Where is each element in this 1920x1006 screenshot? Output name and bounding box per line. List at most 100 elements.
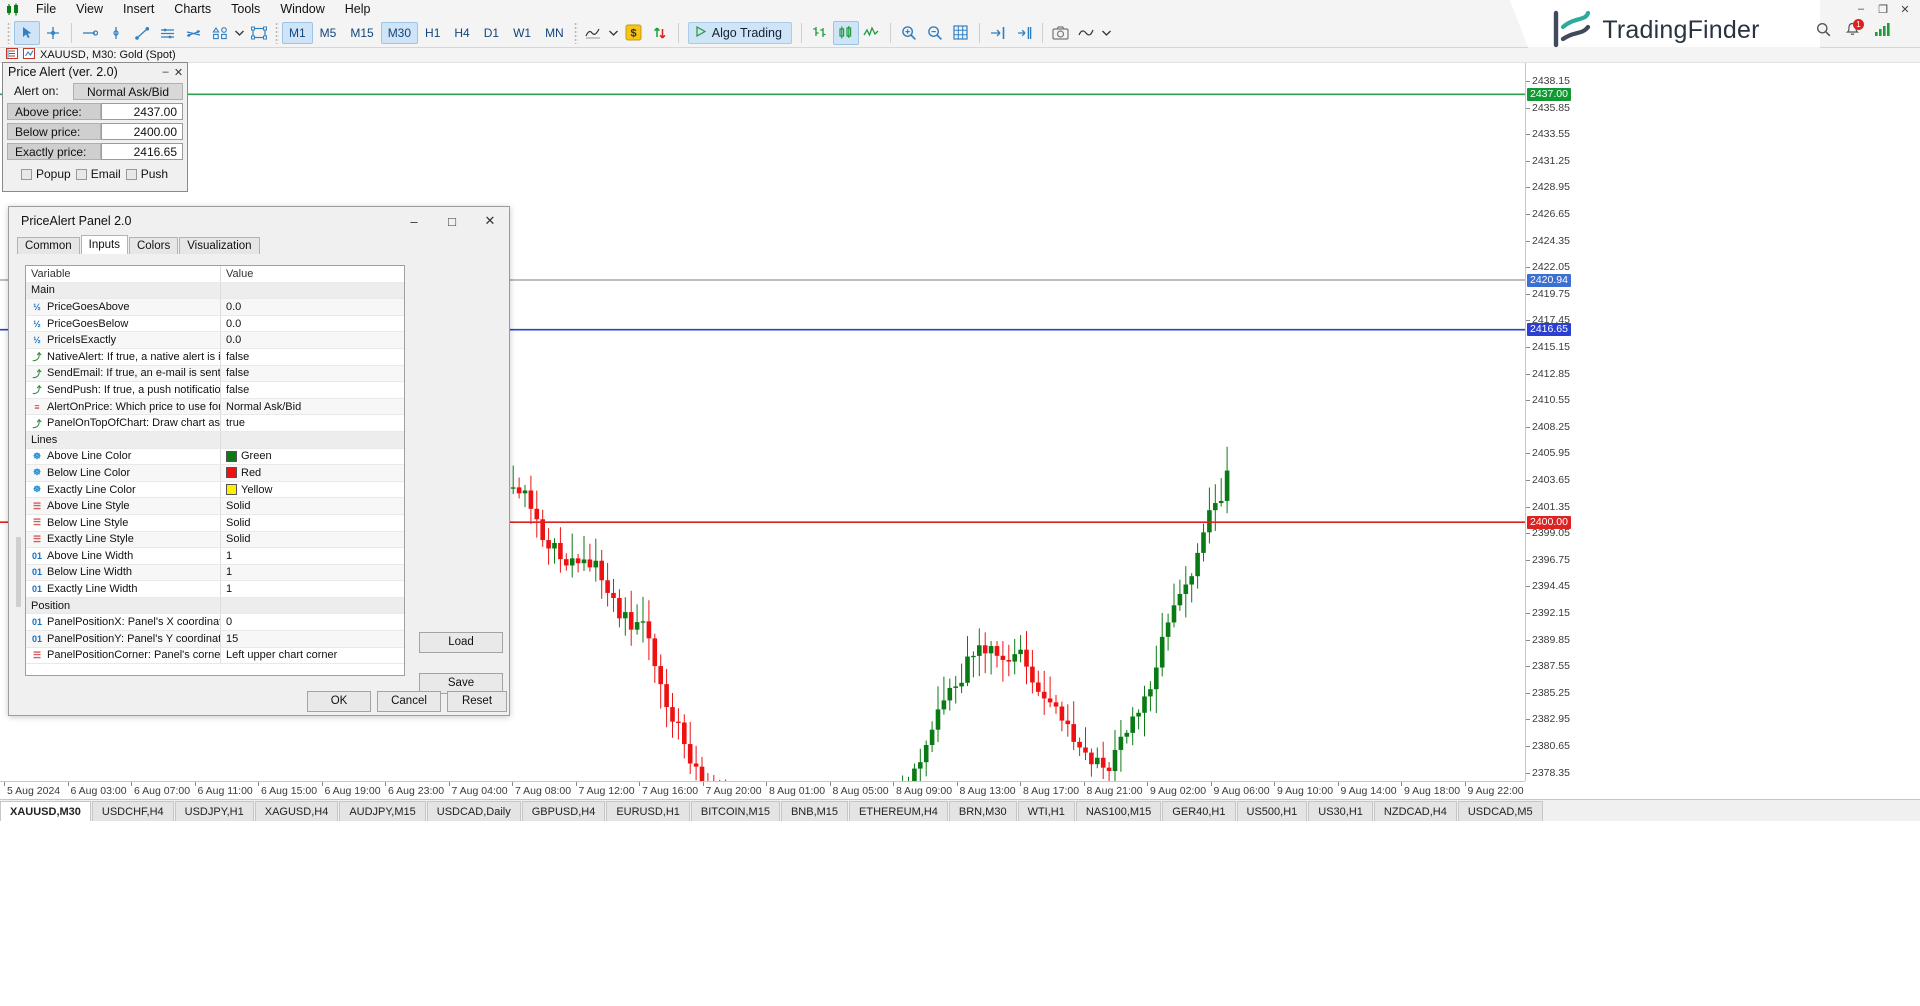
- ok-button[interactable]: OK: [307, 691, 371, 712]
- connection-status-icon[interactable]: [1874, 22, 1892, 40]
- chevron-down-icon[interactable]: [607, 21, 621, 45]
- timeframe-h1[interactable]: H1: [418, 22, 447, 44]
- symbol-tab[interactable]: US30,H1: [1308, 801, 1373, 821]
- grid-cell-value[interactable]: 1: [221, 581, 404, 597]
- menu-item-insert[interactable]: Insert: [113, 0, 164, 18]
- grid-input-row[interactable]: ≡AlertOnPrice: Which price to use for al…: [26, 399, 404, 416]
- grid-input-row[interactable]: 01Below Line Width1: [26, 565, 404, 582]
- grid-input-row[interactable]: ☰PanelPositionCorner: Panel's corner.Lef…: [26, 648, 404, 665]
- menu-item-charts[interactable]: Charts: [164, 0, 221, 18]
- line-chart-icon[interactable]: [859, 21, 885, 45]
- push-checkbox-box[interactable]: [126, 169, 137, 180]
- camera-icon[interactable]: [1048, 21, 1074, 45]
- grid-cell-value[interactable]: Green: [221, 449, 404, 465]
- vertical-line-icon[interactable]: [103, 21, 129, 45]
- trendline-icon[interactable]: [129, 21, 155, 45]
- grid-input-row[interactable]: ☸Below Line ColorRed: [26, 465, 404, 482]
- grid-cell-value[interactable]: Red: [221, 465, 404, 481]
- grid-input-row[interactable]: ☰Below Line StyleSolid: [26, 515, 404, 532]
- symbol-tab[interactable]: XAUUSD,M30: [0, 801, 91, 821]
- grid-input-row[interactable]: ½PriceIsExactly0.0: [26, 332, 404, 349]
- grid-cell-value[interactable]: 1: [221, 565, 404, 581]
- grid-cell-value[interactable]: Left upper chart corner: [221, 648, 404, 664]
- grid-cell-value[interactable]: Normal Ask/Bid: [221, 399, 404, 415]
- dialog-resize-handle[interactable]: [16, 537, 21, 607]
- tab-colors[interactable]: Colors: [129, 237, 178, 254]
- symbol-tab[interactable]: ETHEREUM,H4: [849, 801, 948, 821]
- menu-item-tools[interactable]: Tools: [221, 0, 270, 18]
- auto-scroll-icon[interactable]: [1011, 21, 1037, 45]
- grid-input-row[interactable]: ☰Above Line StyleSolid: [26, 498, 404, 515]
- grid-cell-value[interactable]: 0.0: [221, 316, 404, 332]
- grid-cell-value[interactable]: Solid: [221, 515, 404, 531]
- chart-icon[interactable]: [23, 48, 35, 62]
- grid-cell-value[interactable]: false: [221, 366, 404, 382]
- tab-visualization[interactable]: Visualization: [179, 237, 259, 254]
- cancel-button[interactable]: Cancel: [377, 691, 441, 712]
- text-box-icon[interactable]: [246, 21, 272, 45]
- grid-cell-value[interactable]: Yellow: [221, 482, 404, 498]
- chart-shift-icon[interactable]: [985, 21, 1011, 45]
- dialog-close-button[interactable]: ✕: [471, 207, 509, 235]
- bell-icon[interactable]: 1: [1845, 22, 1860, 40]
- email-checkbox-box[interactable]: [76, 169, 87, 180]
- grid-cell-value[interactable]: true: [221, 415, 404, 431]
- tab-common[interactable]: Common: [17, 237, 80, 254]
- menu-item-help[interactable]: Help: [335, 0, 381, 18]
- symbol-tab[interactable]: USDCAD,Daily: [427, 801, 521, 821]
- grid-input-row[interactable]: ½PriceGoesBelow0.0: [26, 316, 404, 333]
- horizontal-line-icon[interactable]: [77, 21, 103, 45]
- symbol-tab[interactable]: NAS100,M15: [1076, 801, 1161, 821]
- dialog-maximize-button[interactable]: □: [433, 207, 471, 235]
- timeframe-w1[interactable]: W1: [506, 22, 538, 44]
- email-checkbox[interactable]: Email: [76, 167, 121, 181]
- tab-inputs[interactable]: Inputs: [81, 235, 128, 254]
- dollar-icon[interactable]: $: [621, 21, 647, 45]
- grid-cell-value[interactable]: 15: [221, 631, 404, 647]
- menu-item-window[interactable]: Window: [270, 0, 334, 18]
- grid-input-row[interactable]: ⤴SendPush: If true, a push notification …: [26, 382, 404, 399]
- maximize-button[interactable]: ❐: [1872, 3, 1894, 16]
- symbol-tab[interactable]: USDCAD,M5: [1458, 801, 1543, 821]
- symbol-tab[interactable]: BNB,M15: [781, 801, 848, 821]
- zoom-in-icon[interactable]: [896, 21, 922, 45]
- below-price-label[interactable]: Below price:: [7, 123, 101, 140]
- zoom-out-icon[interactable]: [922, 21, 948, 45]
- popup-checkbox[interactable]: Popup: [21, 167, 71, 181]
- grid-cell-value[interactable]: 0.0: [221, 299, 404, 315]
- grid-cell-value[interactable]: Solid: [221, 532, 404, 548]
- timeframe-m15[interactable]: M15: [343, 22, 380, 44]
- dialog-minimize-button[interactable]: –: [395, 207, 433, 235]
- price-scale[interactable]: 2438.152435.852433.552431.252428.952426.…: [1525, 63, 1920, 781]
- timeframe-m5[interactable]: M5: [313, 22, 344, 44]
- grid-icon[interactable]: [948, 21, 974, 45]
- bar-chart-icon[interactable]: [807, 21, 833, 45]
- toolbar-grip-2[interactable]: [275, 22, 279, 44]
- close-button[interactable]: ✕: [1894, 3, 1916, 16]
- grid-cell-value[interactable]: 1: [221, 548, 404, 564]
- grid-input-row[interactable]: ☸Above Line ColorGreen: [26, 449, 404, 466]
- symbol-tab[interactable]: XAGUSD,H4: [255, 801, 339, 821]
- load-button[interactable]: Load: [419, 632, 503, 653]
- search-icon[interactable]: [1816, 22, 1831, 40]
- toolbar-grip[interactable]: [7, 22, 11, 44]
- grid-cell-value[interactable]: false: [221, 382, 404, 398]
- symbol-tab[interactable]: GER40,H1: [1162, 801, 1235, 821]
- symbol-tab[interactable]: NZDCAD,H4: [1374, 801, 1457, 821]
- algo-trading-button[interactable]: Algo Trading: [688, 22, 792, 44]
- grid-cell-value[interactable]: Solid: [221, 498, 404, 514]
- grid-cell-value[interactable]: 0.0: [221, 332, 404, 348]
- menu-item-view[interactable]: View: [66, 0, 113, 18]
- grid-cell-value[interactable]: 0: [221, 614, 404, 630]
- grid-input-row[interactable]: ☸Exactly Line ColorYellow: [26, 482, 404, 499]
- fibonacci-icon[interactable]: [181, 21, 207, 45]
- timeframe-m1[interactable]: M1: [282, 22, 313, 44]
- chevron-down-icon[interactable]: [1100, 21, 1114, 45]
- price-alert-panel[interactable]: Price Alert (ver. 2.0) – ✕ Alert on: Nor…: [2, 62, 188, 192]
- symbol-tab[interactable]: BRN,M30: [949, 801, 1017, 821]
- grid-input-row[interactable]: ☰Exactly Line StyleSolid: [26, 532, 404, 549]
- symbol-tab[interactable]: BITCOIN,M15: [691, 801, 780, 821]
- exactly-price-label[interactable]: Exactly price:: [7, 143, 101, 160]
- timeframe-mn[interactable]: MN: [538, 22, 571, 44]
- symbol-tab[interactable]: USDJPY,H1: [175, 801, 254, 821]
